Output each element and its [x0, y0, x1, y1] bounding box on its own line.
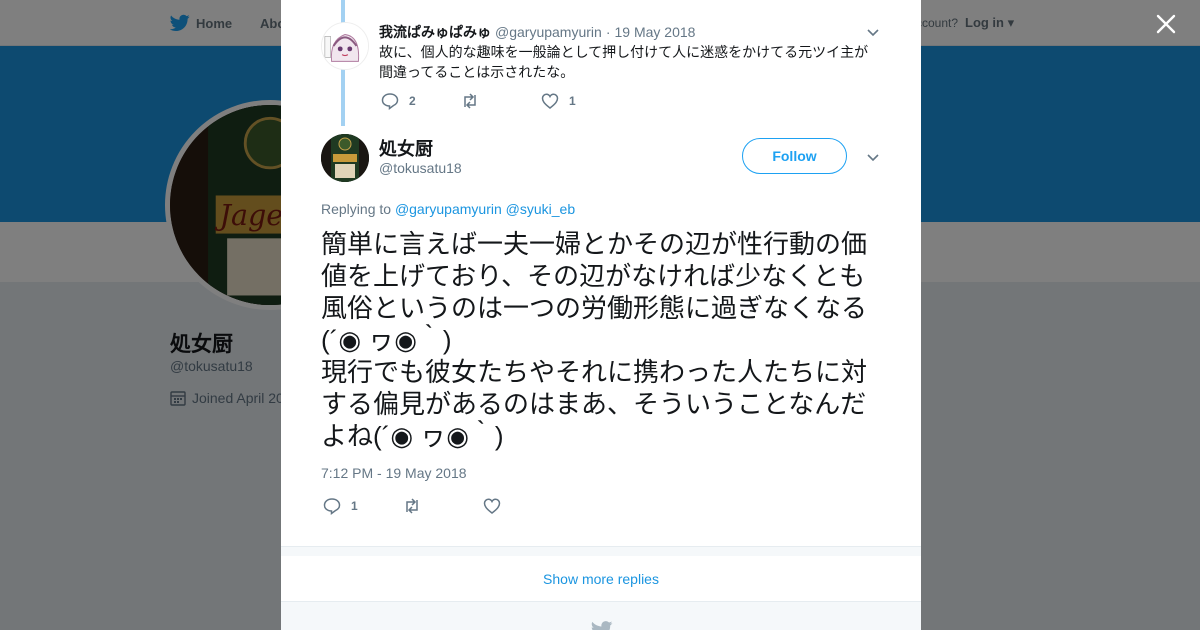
reply-actions: 2 1 [381, 92, 621, 110]
section-divider [281, 546, 921, 556]
reply-separator: · [605, 24, 611, 40]
reply-avatar[interactable] [321, 22, 369, 70]
chevron-down-icon[interactable] [865, 24, 881, 40]
follow-button[interactable]: Follow [742, 138, 847, 174]
main-tweet-author-handle[interactable]: @tokusatu18 [379, 160, 462, 176]
reply-count: 2 [409, 94, 416, 108]
main-tweet-actions: 1 [323, 497, 563, 515]
main-tweet-author-name[interactable]: 処女厨 [379, 135, 433, 161]
retweet-button[interactable] [403, 497, 483, 515]
retweet-button[interactable] [461, 92, 541, 110]
reply-count: 1 [351, 499, 358, 513]
replying-to-link[interactable]: @syuki_eb [506, 201, 575, 217]
main-tweet-timestamp[interactable]: 7:12 PM - 19 May 2018 [321, 465, 467, 481]
reply-text: 故に、個人的な趣味を一般論として押し付けて人に迷惑をかけてる元ツイ主が間違ってる… [379, 44, 869, 80]
reply-date[interactable]: 19 May 2018 [614, 24, 695, 40]
retweet-icon [464, 93, 476, 109]
replying-to: Replying to @garyupamyurin @syuki_eb [321, 201, 575, 217]
reply-icon [381, 93, 399, 110]
modal-footer [281, 601, 921, 630]
reply-icon [323, 498, 341, 515]
replying-to-link[interactable]: @garyupamyurin [395, 201, 502, 217]
reply-header: 我流ぱみゅぱみゅ @garyupamyurin · 19 May 2018 [379, 22, 695, 42]
like-button[interactable]: 1 [541, 92, 621, 110]
main-tweet-text: 簡単に言えば一夫一婦とかその辺が性行動の価値を上げており、その辺がなければ少なく… [321, 228, 883, 452]
chevron-down-icon[interactable] [865, 149, 881, 165]
reply-author-handle[interactable]: @garyupamyurin [495, 24, 602, 40]
close-button[interactable] [1152, 10, 1180, 38]
heart-icon [483, 498, 501, 514]
reply-button[interactable]: 2 [381, 92, 461, 110]
retweet-icon [406, 498, 418, 514]
heart-icon [541, 93, 559, 109]
main-tweet-text-paragraph: 現行でも彼女たちやそれに携わった人たちに対する偏見があるのはまあ、そういうことな… [321, 357, 868, 451]
reply-author-name[interactable]: 我流ぱみゅぱみゅ [379, 24, 491, 40]
like-button[interactable] [483, 497, 563, 515]
reply-button[interactable]: 1 [323, 497, 403, 515]
main-tweet-text-paragraph: 簡単に言えば一夫一婦とかその辺が性行動の価値を上げており、その辺がなければ少なく… [321, 229, 868, 355]
close-icon [1156, 14, 1176, 34]
replying-to-label: Replying to [321, 201, 392, 217]
twitter-bird-icon [591, 621, 613, 630]
main-tweet-avatar[interactable] [321, 134, 369, 182]
like-count: 1 [569, 94, 576, 108]
show-more-replies-button[interactable]: Show more replies [281, 556, 921, 601]
